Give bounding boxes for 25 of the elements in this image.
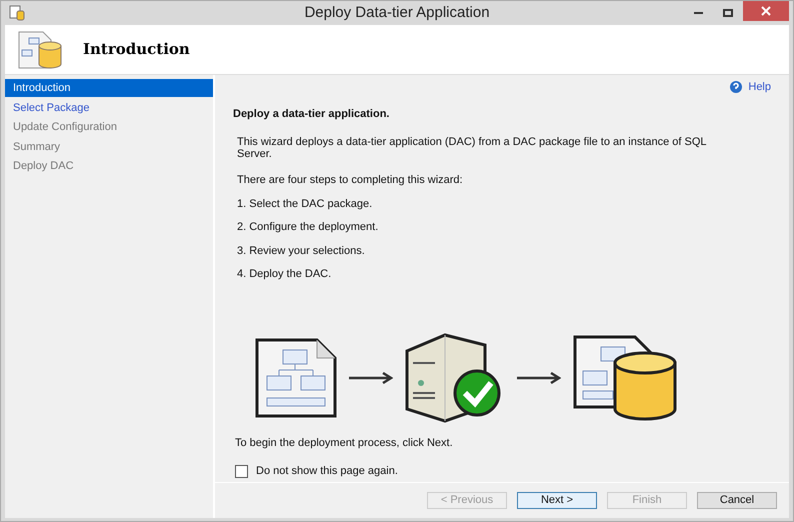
app-icon xyxy=(9,5,25,21)
checkbox[interactable] xyxy=(235,464,248,478)
intro-text: This wizard deploys a data-tier application (DAC) from a DAC package file to an instance of SQL Server. xyxy=(237,136,708,160)
help-icon xyxy=(729,80,744,94)
close-button[interactable] xyxy=(743,1,789,21)
steps-intro-text: There are four steps to completing this wizard: xyxy=(237,173,464,188)
step-text: 4. Deploy the DAC. xyxy=(237,267,332,282)
checkbox-label: Do not show this page again. xyxy=(256,464,398,479)
sidebar-item[interactable]: Select Package xyxy=(5,98,213,116)
wizard-button[interactable]: Next > xyxy=(517,492,597,509)
diagram-document-icon xyxy=(255,338,337,418)
content-heading: Deploy a data-tier application. xyxy=(233,106,390,122)
page-title: Introduction xyxy=(83,39,190,60)
sidebar-item[interactable]: Introduction xyxy=(5,79,213,97)
step-text: 3. Review your selections. xyxy=(237,244,366,258)
step-text: 2. Configure the deployment. xyxy=(237,220,380,235)
begin-text: To begin the deployment process, click Next. xyxy=(235,436,454,450)
help-link[interactable]: Help xyxy=(729,79,771,96)
database-document-icon xyxy=(573,334,677,420)
arrow-icon xyxy=(517,372,561,384)
step-text: 1. Select the DAC package. xyxy=(237,196,374,212)
arrow-icon xyxy=(349,372,393,384)
wizard-button[interactable]: Cancel xyxy=(697,492,777,509)
close-icon xyxy=(761,6,771,16)
window-title: Deploy Data-tier Application xyxy=(303,2,491,23)
